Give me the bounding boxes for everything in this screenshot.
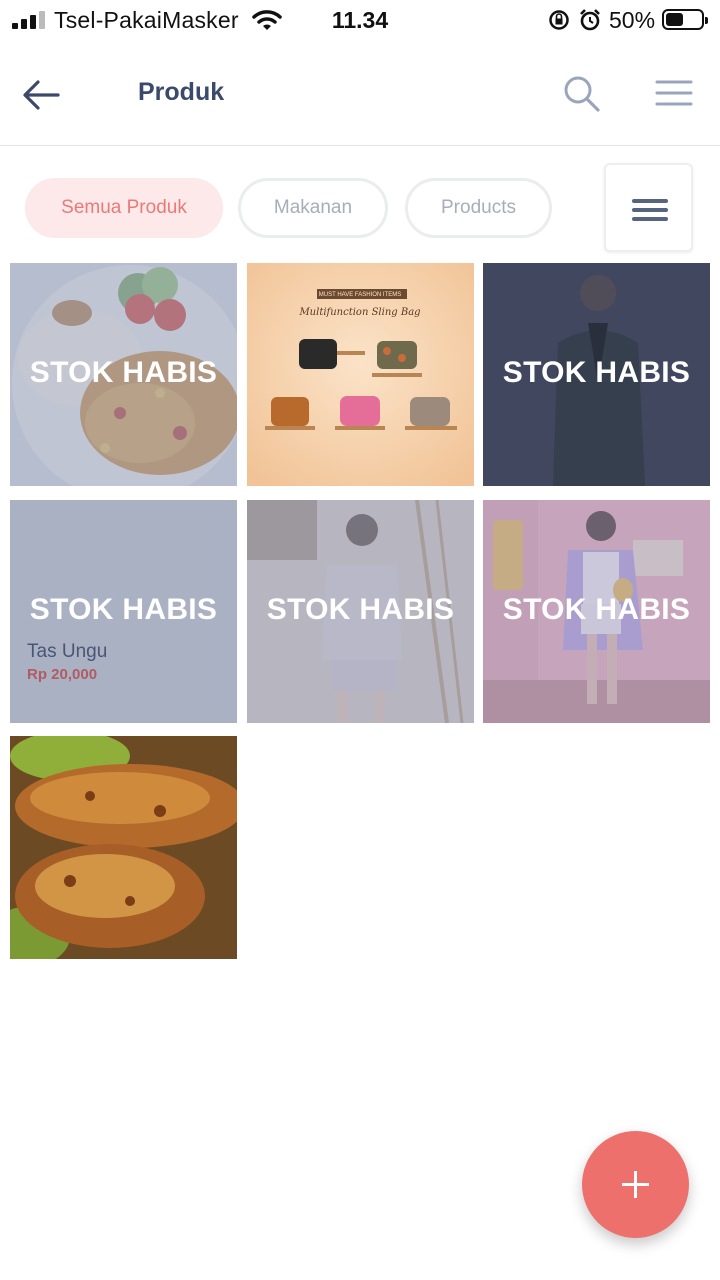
battery-percent: 50% [609, 7, 656, 33]
chip-makanan[interactable]: Makanan [238, 178, 388, 238]
product-card[interactable]: STOK HABIS [10, 263, 237, 486]
back-arrow-icon[interactable] [18, 72, 64, 118]
battery-icon [662, 9, 708, 30]
alarm-icon [580, 9, 600, 31]
page-title: Produk [138, 78, 225, 106]
product-card[interactable] [10, 736, 237, 959]
promo-title-text: Multifunction Sling Bag [298, 307, 420, 318]
sling-bag-promo-photo: MUST HAVE FASHION ITEMS Multifunction Sl… [247, 263, 474, 486]
back-button[interactable] [18, 72, 64, 118]
chip-label: Semua Produk [61, 197, 187, 218]
category-menu-button[interactable] [604, 163, 693, 252]
out-of-stock-label: STOK HABIS [502, 356, 691, 389]
chip-semua-produk[interactable]: Semua Produk [25, 178, 223, 238]
out-of-stock-label: STOK HABIS [266, 593, 455, 626]
category-filter-bar: Semua Produk Makanan Products [0, 160, 720, 256]
out-of-stock-label: STOK HABIS [29, 593, 218, 626]
menu-button[interactable] [652, 74, 696, 114]
promo-banner-text: MUST HAVE FASHION ITEMS [319, 292, 401, 298]
out-of-stock-label: STOK HABIS [29, 356, 218, 389]
product-card[interactable]: STOK HABIS [247, 500, 474, 723]
chip-products[interactable]: Products [405, 178, 552, 238]
hamburger-menu-icon[interactable] [652, 74, 696, 114]
orientation-lock-icon [549, 10, 569, 30]
product-card[interactable]: STOK HABIS Tas Ungu Rp 20,000 [10, 500, 237, 723]
chip-label: Makanan [273, 197, 353, 218]
search-icon[interactable] [560, 72, 604, 116]
grilled-chicken-photo [10, 736, 237, 959]
search-button[interactable] [560, 72, 604, 116]
app-header: Produk [0, 42, 720, 146]
product-card[interactable]: MUST HAVE FASHION ITEMS Multifunction Sl… [247, 263, 474, 486]
status-bar: Tsel-PakaiMasker 11.34 50% [0, 0, 720, 42]
chip-label: Products [441, 197, 516, 218]
product-name: Tas Ungu [27, 641, 108, 662]
hamburger-menu-icon [632, 199, 668, 203]
product-card[interactable]: STOK HABIS [483, 500, 710, 723]
out-of-stock-label: STOK HABIS [502, 593, 691, 626]
add-product-button[interactable] [582, 1131, 689, 1238]
product-price: Rp 20,000 [27, 666, 98, 683]
product-card[interactable]: STOK HABIS [483, 263, 710, 486]
